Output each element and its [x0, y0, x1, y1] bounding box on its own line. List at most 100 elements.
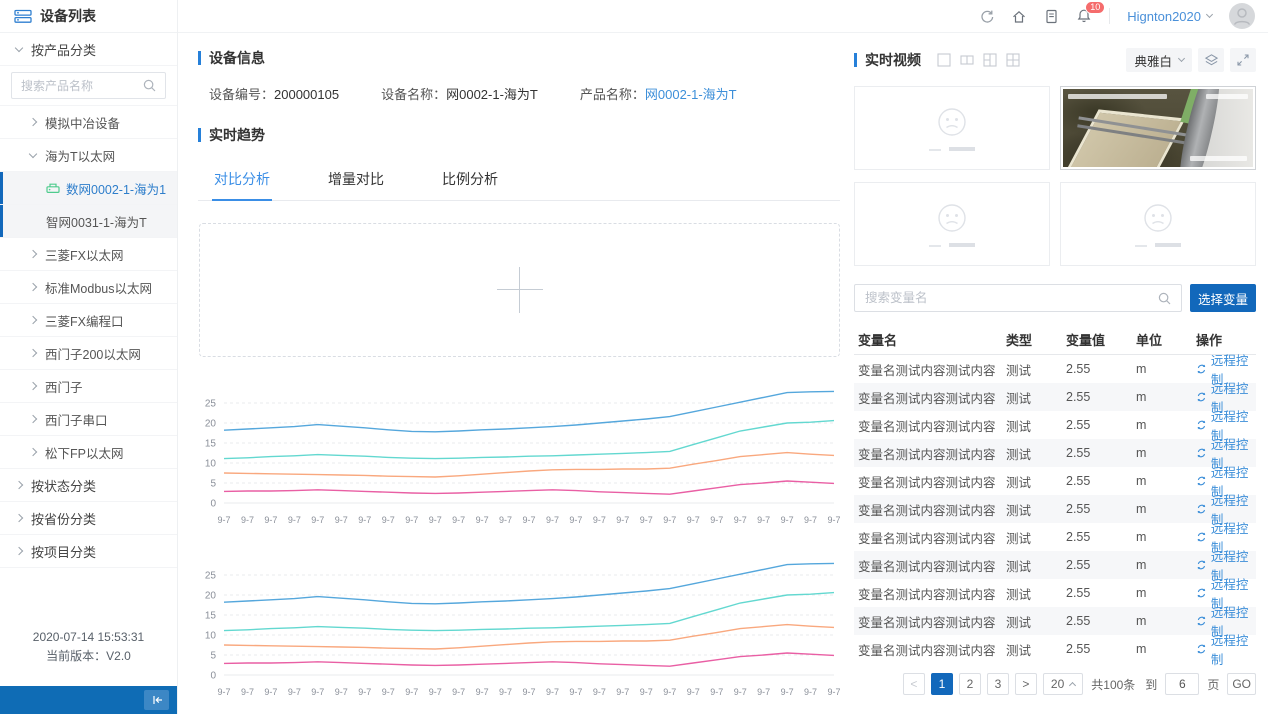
- search-icon[interactable]: [143, 79, 156, 92]
- theme-select[interactable]: 典雅白: [1126, 48, 1192, 72]
- variable-value: 2.55: [1066, 390, 1136, 404]
- select-variable-button[interactable]: 选择变量: [1190, 284, 1256, 312]
- page-button-3[interactable]: 3: [987, 673, 1009, 695]
- device-name-field: 设备名称：网0002-1-海为T: [381, 84, 538, 103]
- sidebar-item[interactable]: 标准Modbus以太网: [0, 271, 177, 304]
- sidebar-item[interactable]: 按状态分类: [0, 469, 177, 502]
- variable-unit: m: [1136, 502, 1196, 516]
- layers-button[interactable]: [1198, 48, 1224, 72]
- no-video-placeholder: [929, 201, 975, 247]
- add-chart-placeholder[interactable]: [199, 223, 840, 357]
- product-search-input[interactable]: [21, 79, 121, 93]
- sidebar-item-label: 西门子串口: [45, 410, 108, 429]
- sidebar-item[interactable]: 三菱FX编程口: [0, 304, 177, 337]
- svg-text:25: 25: [205, 571, 217, 582]
- chevron-up-icon: [1069, 682, 1076, 689]
- svg-text:9-7: 9-7: [288, 687, 301, 697]
- remote-control-icon: [1196, 475, 1207, 487]
- remote-control-label: 远程控制: [1211, 630, 1256, 668]
- notifications-button[interactable]: 10: [1076, 8, 1092, 24]
- avatar[interactable]: [1229, 3, 1255, 29]
- video-section-header: 实时视频 典雅白: [854, 48, 1256, 72]
- sidebar-item[interactable]: 西门子200以太网: [0, 337, 177, 370]
- sidebar-item-label: 智网0031-1-海为T: [46, 212, 147, 231]
- remote-control-icon: [1196, 615, 1207, 627]
- svg-text:9-7: 9-7: [569, 515, 582, 525]
- next-page-button[interactable]: >: [1015, 673, 1037, 695]
- chevron-down-icon: [1178, 55, 1185, 62]
- sidebar-tree: 按产品分类模拟中冶设备海为T以太网数网0002-1-海为1 智网0031-1-海为…: [0, 33, 177, 628]
- video-cell-empty-3[interactable]: [1060, 182, 1256, 266]
- svg-text:9-7: 9-7: [311, 687, 324, 697]
- home-button[interactable]: [1011, 9, 1027, 24]
- tab-increment-compare[interactable]: 增量对比: [326, 159, 386, 200]
- fullscreen-button[interactable]: [1230, 48, 1256, 72]
- tab-ratio-analysis[interactable]: 比例分析: [440, 159, 500, 200]
- svg-text:9-7: 9-7: [264, 515, 277, 525]
- prev-page-button[interactable]: <: [903, 673, 925, 695]
- user-menu[interactable]: Hignton2020: [1127, 9, 1212, 24]
- sidebar-item[interactable]: 智网0031-1-海为T: [0, 205, 177, 238]
- refresh-button[interactable]: [979, 9, 994, 24]
- search-icon[interactable]: [1158, 292, 1171, 305]
- video-cell-empty-1[interactable]: [854, 86, 1050, 170]
- sidebar-item[interactable]: 三菱FX以太网: [0, 238, 177, 271]
- layout-3-icon[interactable]: [983, 53, 997, 67]
- sidebar-item[interactable]: 海为T以太网: [0, 139, 177, 172]
- variable-name: 变量名测试内容测试内容: [854, 640, 1006, 659]
- svg-text:9-7: 9-7: [499, 687, 512, 697]
- variable-type: 测试: [1006, 640, 1066, 659]
- svg-text:9-7: 9-7: [382, 515, 395, 525]
- chevron-right-icon: [29, 448, 37, 456]
- variable-type: 测试: [1006, 360, 1066, 379]
- sidebar-item[interactable]: 西门子: [0, 370, 177, 403]
- chevron-right-icon: [29, 283, 37, 291]
- variable-value: 2.55: [1066, 502, 1136, 516]
- svg-text:20: 20: [205, 591, 217, 602]
- layout-1-icon[interactable]: [937, 53, 951, 67]
- collapse-sidebar-button[interactable]: [144, 690, 169, 710]
- tab-compare-analysis[interactable]: 对比分析: [212, 159, 272, 200]
- sidebar-item[interactable]: 西门子串口: [0, 403, 177, 436]
- variable-value: 2.55: [1066, 558, 1136, 572]
- sidebar-item-label: 松下FP以太网: [45, 443, 123, 462]
- sidebar-item-label: 三菱FX以太网: [45, 245, 123, 264]
- variable-name: 变量名测试内容测试内容: [854, 556, 1006, 575]
- svg-text:9-7: 9-7: [452, 687, 465, 697]
- video-cell-live[interactable]: [1060, 86, 1256, 170]
- page-button-2[interactable]: 2: [959, 673, 981, 695]
- variable-type: 测试: [1006, 612, 1066, 631]
- sidebar-item[interactable]: 按省份分类: [0, 502, 177, 535]
- sidebar-item[interactable]: 松下FP以太网: [0, 436, 177, 469]
- svg-text:9-7: 9-7: [710, 515, 723, 525]
- home-icon: [1011, 9, 1027, 24]
- sidebar-item[interactable]: 按项目分类: [0, 535, 177, 568]
- layout-2-icon[interactable]: [960, 53, 974, 67]
- page-size-select[interactable]: 20: [1043, 673, 1083, 695]
- variable-unit: m: [1136, 390, 1196, 404]
- sidebar-item-label: 海为T以太网: [45, 146, 115, 165]
- go-button[interactable]: GO: [1227, 673, 1256, 695]
- svg-text:9-7: 9-7: [593, 687, 606, 697]
- svg-text:9-7: 9-7: [546, 515, 559, 525]
- video-cell-empty-2[interactable]: [854, 182, 1050, 266]
- svg-text:15: 15: [205, 439, 217, 450]
- variable-search-box: [854, 284, 1182, 312]
- sidebar-item[interactable]: 模拟中冶设备: [0, 106, 177, 139]
- product-name-field: 产品名称：网0002-1-海为T: [580, 84, 737, 103]
- product-search-box: [11, 72, 166, 99]
- sidebar-item[interactable]: 数网0002-1-海为1: [0, 172, 177, 205]
- document-button[interactable]: [1044, 9, 1059, 24]
- variable-unit: m: [1136, 614, 1196, 628]
- product-name-link[interactable]: 网0002-1-海为T: [645, 87, 737, 102]
- trend-tabs: 对比分析 增量对比 比例分析: [198, 159, 840, 201]
- remote-control-link[interactable]: 远程控制: [1196, 630, 1256, 668]
- page-button-1[interactable]: 1: [931, 673, 953, 695]
- chevron-right-icon: [29, 118, 37, 126]
- layout-4-icon[interactable]: [1006, 53, 1020, 67]
- svg-text:9-7: 9-7: [476, 687, 489, 697]
- variable-search-input[interactable]: [865, 291, 1158, 305]
- accent-bar: [198, 51, 201, 65]
- sidebar-item[interactable]: 按产品分类: [0, 33, 177, 66]
- jump-page-input[interactable]: [1165, 673, 1199, 695]
